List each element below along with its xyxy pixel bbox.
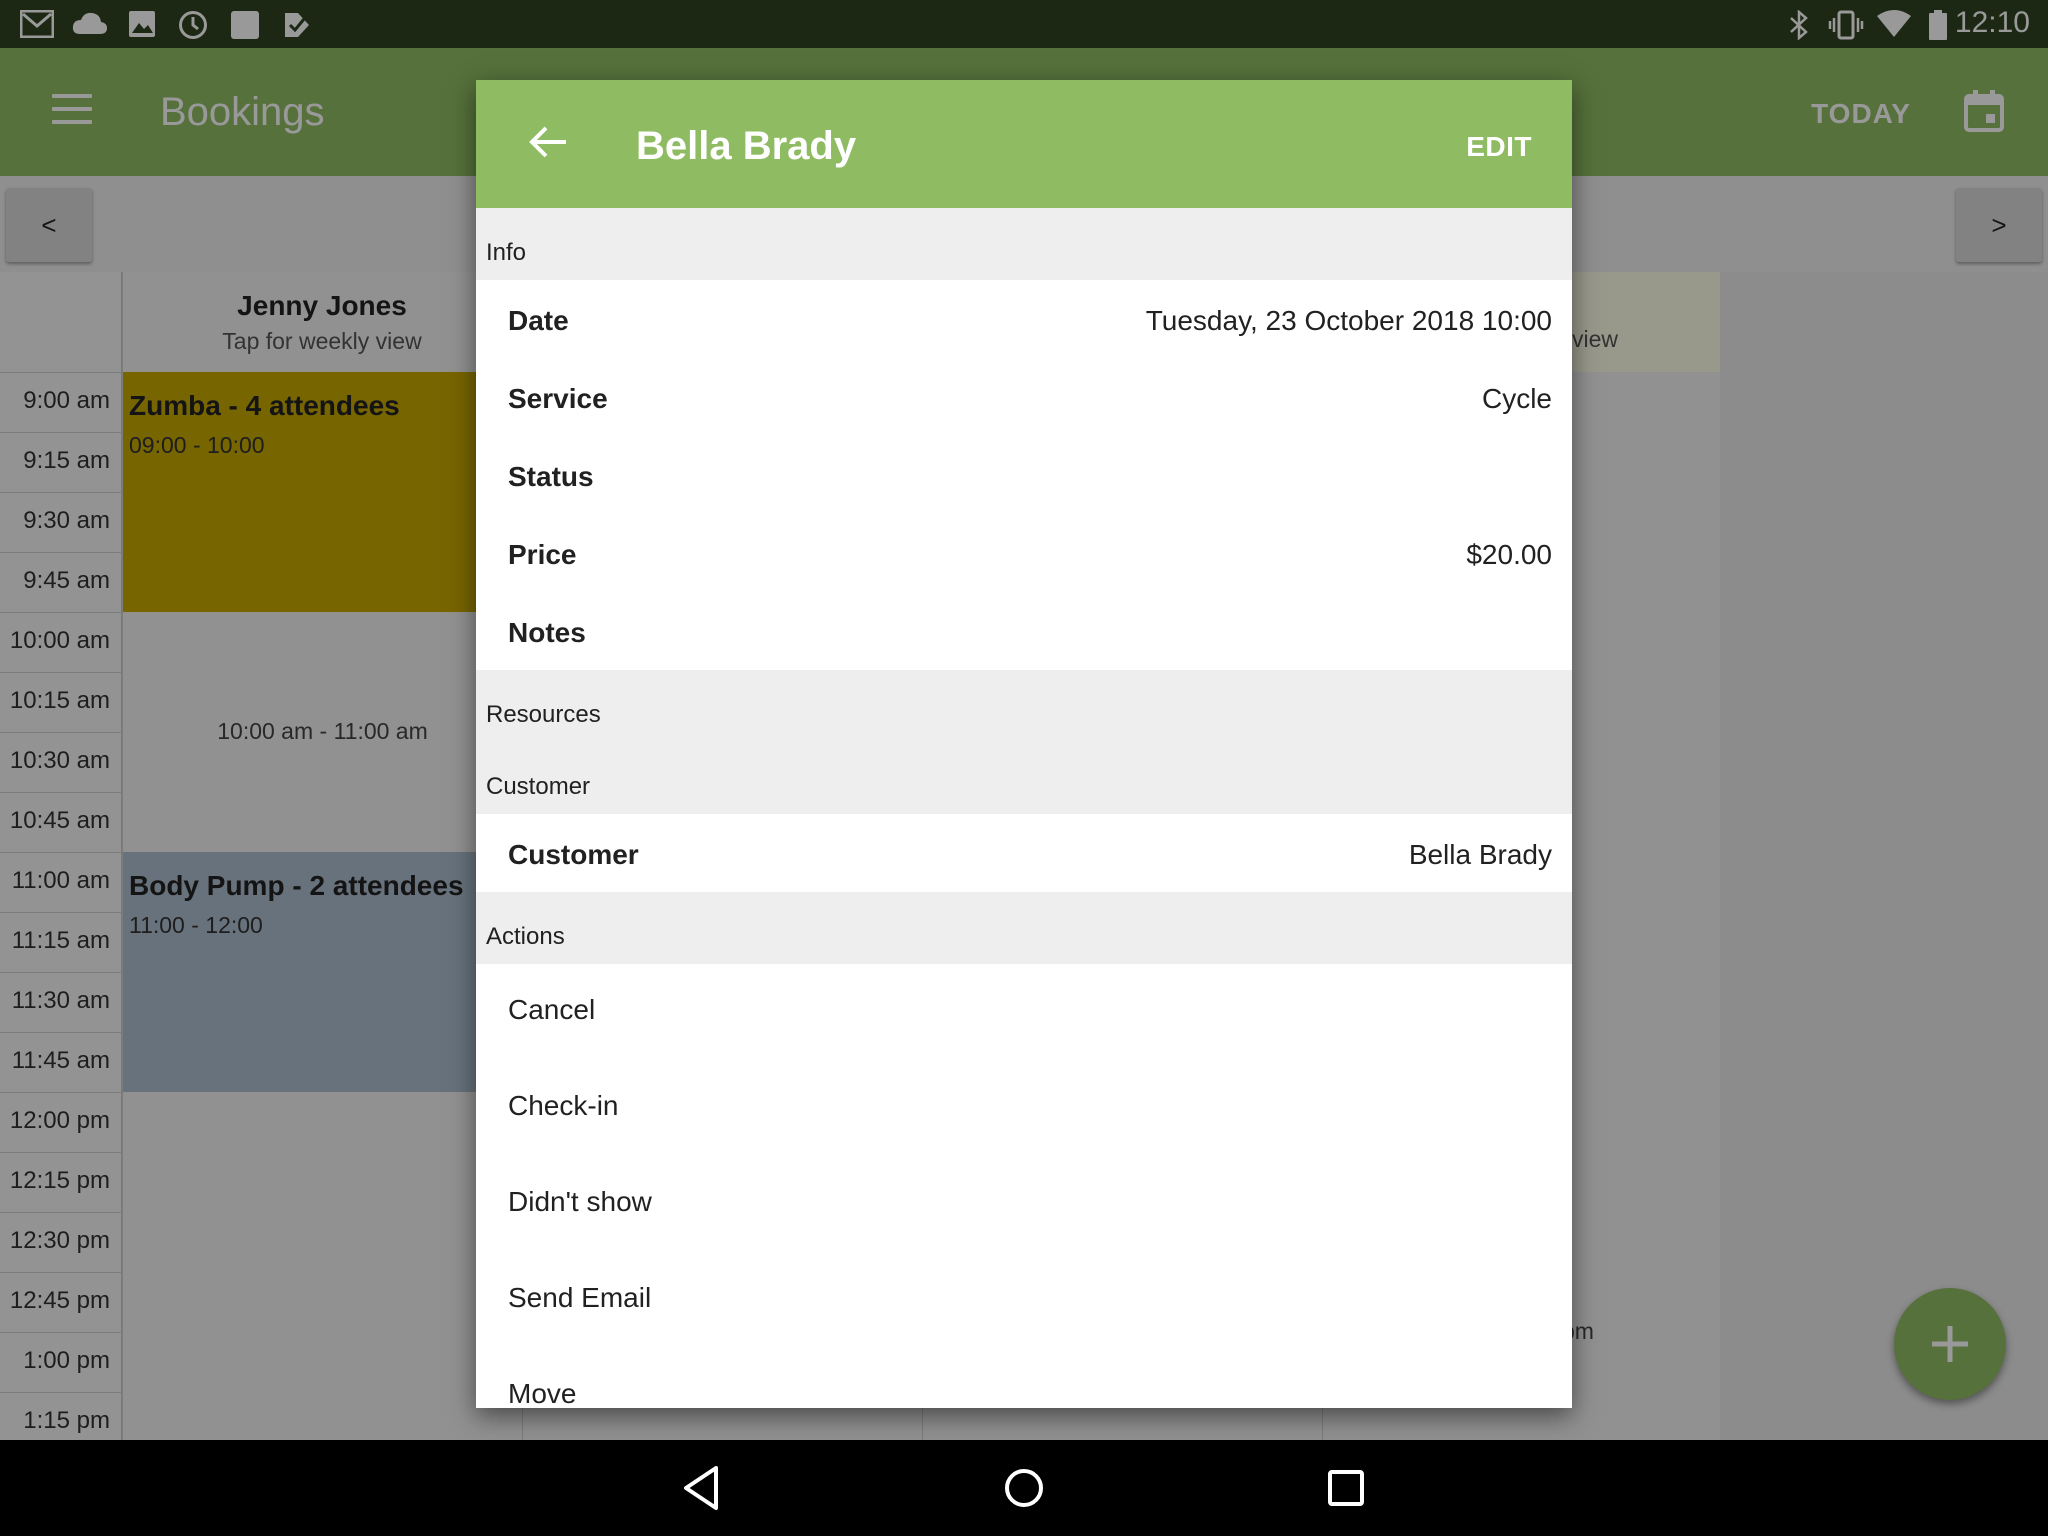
app-root: 12:10 Bookings TODAY < > 9:00 am 9:15 am 9… [0,0,2048,1536]
action-move[interactable]: Move [476,1348,1572,1408]
field-label: Price [508,539,577,570]
back-arrow-icon[interactable] [526,120,570,164]
section-header-customer: Customer [476,742,1572,814]
field-row-service: Service Cycle [476,358,1572,436]
field-row-customer[interactable]: Customer Bella Brady [476,814,1572,892]
action-didnt-show[interactable]: Didn't show [476,1156,1572,1252]
dialog-title: Bella Brady [636,124,857,168]
field-label: Customer [508,839,639,870]
booking-dialog: Bella Brady EDIT Info Date Tuesday, 23 O… [476,80,1572,1408]
field-label: Service [508,383,608,414]
field-label: Notes [508,617,586,648]
action-label: Didn't show [508,1186,652,1217]
action-label: Send Email [508,1282,652,1313]
field-label: Status [508,461,594,492]
back-icon[interactable] [680,1464,724,1517]
action-label: Cancel [508,994,596,1025]
section-header-resources: Resources [476,670,1572,742]
section-header-info: Info [476,208,1572,280]
system-navigation-bar [0,1440,2048,1536]
dialog-header: Bella Brady EDIT [476,80,1572,208]
action-label: Check-in [508,1090,619,1121]
field-row-status: Status [476,436,1572,514]
field-row-price: Price $20.00 [476,514,1572,592]
section-header-actions: Actions [476,892,1572,964]
recents-icon[interactable] [1324,1466,1368,1515]
action-send-email[interactable]: Send Email [476,1252,1572,1348]
field-label: Date [508,305,569,336]
field-value: $20.00 [1466,539,1552,570]
field-value: Bella Brady [1408,839,1552,870]
edit-button[interactable]: EDIT [1466,131,1532,163]
field-row-notes: Notes [476,592,1572,670]
field-value: Tuesday, 23 October 2018 10:00 [1145,305,1552,336]
field-row-date: Date Tuesday, 23 October 2018 10:00 [476,280,1572,358]
field-value: Cycle [1481,383,1552,414]
action-label: Move [508,1378,577,1408]
action-check-in[interactable]: Check-in [476,1060,1572,1156]
home-icon[interactable] [1000,1464,1048,1517]
action-cancel[interactable]: Cancel [476,964,1572,1060]
